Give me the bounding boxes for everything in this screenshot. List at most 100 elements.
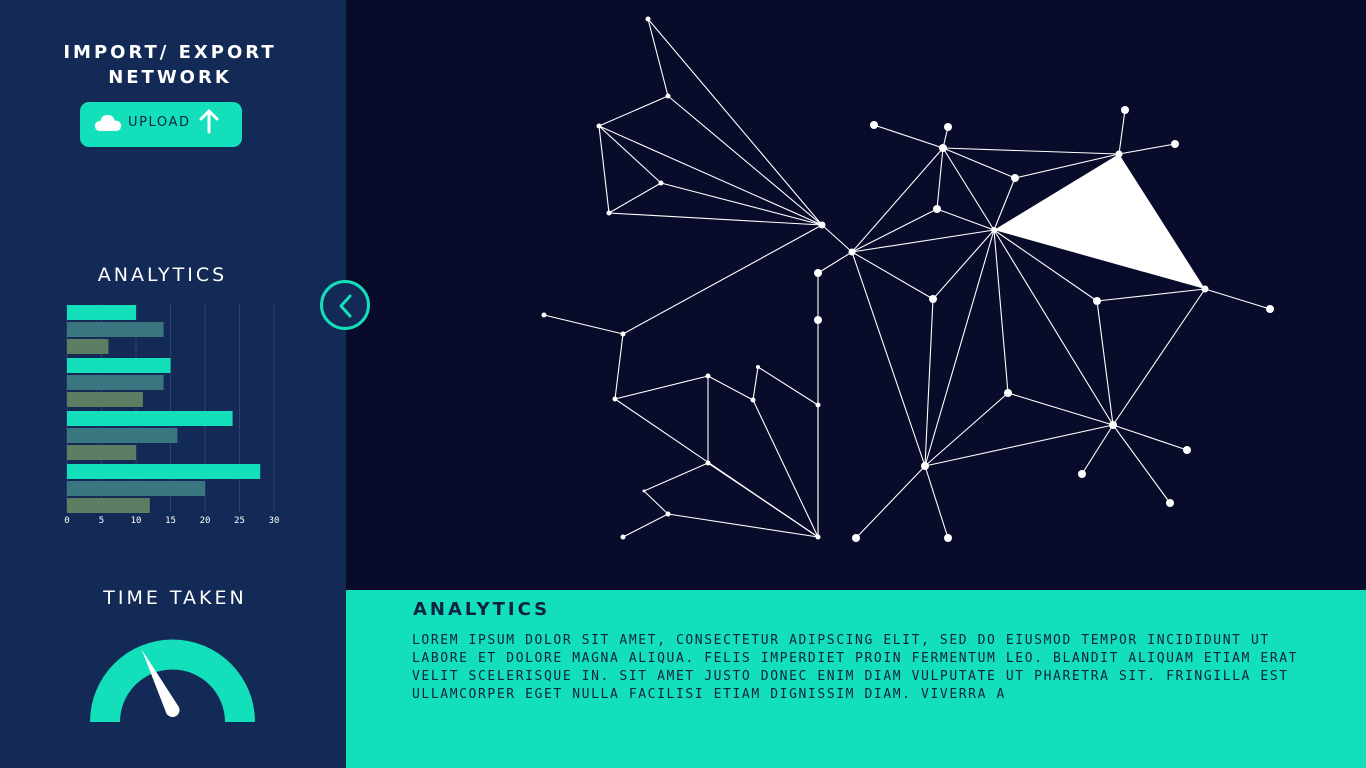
network-graph (541, 16, 1274, 542)
bar (67, 411, 233, 426)
x-tick-label: 25 (234, 516, 245, 526)
info-panel-title: ANALYTICS (413, 599, 551, 620)
bar (67, 481, 205, 496)
network-edge (942, 147, 995, 231)
time-taken-heading: TIME TAKEN (103, 587, 247, 609)
network-node[interactable] (921, 462, 929, 470)
upload-label: UPLOAD (128, 115, 191, 130)
network-node[interactable] (1171, 140, 1179, 148)
network-node[interactable] (848, 248, 856, 256)
network-node[interactable] (933, 205, 941, 213)
network-edge (752, 399, 819, 538)
x-tick-label: 30 (269, 516, 280, 526)
network-edge (993, 229, 1009, 394)
network-node[interactable] (606, 210, 612, 216)
network-node[interactable] (929, 295, 937, 303)
network-node[interactable] (991, 227, 997, 233)
network-edge (1204, 288, 1271, 310)
network-node[interactable] (645, 16, 651, 22)
network-node[interactable] (1183, 446, 1191, 454)
network-node[interactable] (1093, 297, 1101, 305)
network-edge (598, 125, 662, 184)
network-edge (643, 462, 709, 492)
network-node[interactable] (665, 511, 671, 517)
network-node[interactable] (1201, 285, 1209, 293)
network-edge (1096, 288, 1206, 302)
network-edge (622, 513, 669, 538)
network-edge (707, 462, 819, 538)
sidebar-title-line1: IMPORT/ EXPORT (63, 42, 277, 63)
bar (67, 358, 171, 373)
network-edge (1112, 288, 1206, 426)
network-node[interactable] (658, 180, 664, 186)
network-edge (598, 95, 669, 127)
bar (67, 464, 261, 479)
time-gauge (90, 639, 255, 722)
network-node[interactable] (1004, 389, 1012, 397)
network-node[interactable] (612, 396, 618, 402)
network-edge (752, 366, 759, 401)
network-edge (614, 375, 709, 400)
network-node[interactable] (596, 123, 602, 129)
network-edge (1007, 392, 1114, 426)
network-node[interactable] (642, 489, 646, 493)
network-edge (924, 229, 995, 467)
network-node[interactable] (620, 534, 626, 540)
network-node[interactable] (541, 312, 547, 318)
x-tick-label: 10 (131, 516, 142, 526)
network-edge (643, 490, 669, 515)
network-node[interactable] (620, 331, 626, 337)
network-edge (821, 224, 853, 253)
network-node[interactable] (814, 269, 822, 277)
network-edge (614, 333, 624, 400)
network-node[interactable] (944, 534, 952, 542)
network-node[interactable] (814, 316, 822, 324)
network-node[interactable] (705, 460, 711, 466)
network-edge (851, 147, 944, 253)
bar (67, 428, 178, 443)
network-edge (543, 314, 624, 335)
network-node[interactable] (944, 123, 952, 131)
network-node[interactable] (705, 373, 711, 379)
network-edge (598, 125, 823, 226)
bar (67, 375, 164, 390)
network-node[interactable] (665, 93, 671, 99)
network-node[interactable] (815, 402, 821, 408)
network-edge (924, 392, 1009, 467)
network-edge (647, 18, 823, 226)
upload-button[interactable]: UPLOAD (80, 102, 242, 147)
network-edge (1096, 300, 1114, 426)
bar (67, 498, 150, 513)
network-node[interactable] (870, 121, 878, 129)
network-edge (851, 251, 934, 300)
network-edge (942, 147, 1120, 155)
network-node[interactable] (852, 534, 860, 542)
network-edge (932, 229, 995, 300)
bar (67, 305, 136, 320)
bar (67, 322, 164, 337)
network-edge (622, 224, 823, 335)
x-tick-label: 20 (200, 516, 211, 526)
analytics-bar-chart: 0 5 10 15 20 25 30 (64, 304, 280, 526)
analytics-heading: ANALYTICS (97, 264, 228, 286)
network-node[interactable] (1266, 305, 1274, 313)
network-node[interactable] (1011, 174, 1019, 182)
network-node[interactable] (1121, 106, 1129, 114)
network-edge (1118, 109, 1126, 155)
network-edge (598, 125, 610, 214)
network-node[interactable] (818, 221, 826, 229)
network-node[interactable] (756, 365, 760, 369)
network-edge (707, 375, 754, 401)
network-edge (757, 366, 819, 406)
network-edge (942, 147, 1016, 179)
network-edge (1081, 424, 1114, 475)
network-node[interactable] (815, 534, 821, 540)
network-node[interactable] (750, 397, 756, 403)
network-node[interactable] (1078, 470, 1086, 478)
sidebar-title: IMPORT/ EXPORT NETWORK (40, 40, 300, 90)
network-node[interactable] (1115, 150, 1123, 158)
network-node[interactable] (1166, 499, 1174, 507)
network-edge (817, 251, 853, 274)
network-node[interactable] (939, 144, 947, 152)
network-node[interactable] (1109, 421, 1117, 429)
